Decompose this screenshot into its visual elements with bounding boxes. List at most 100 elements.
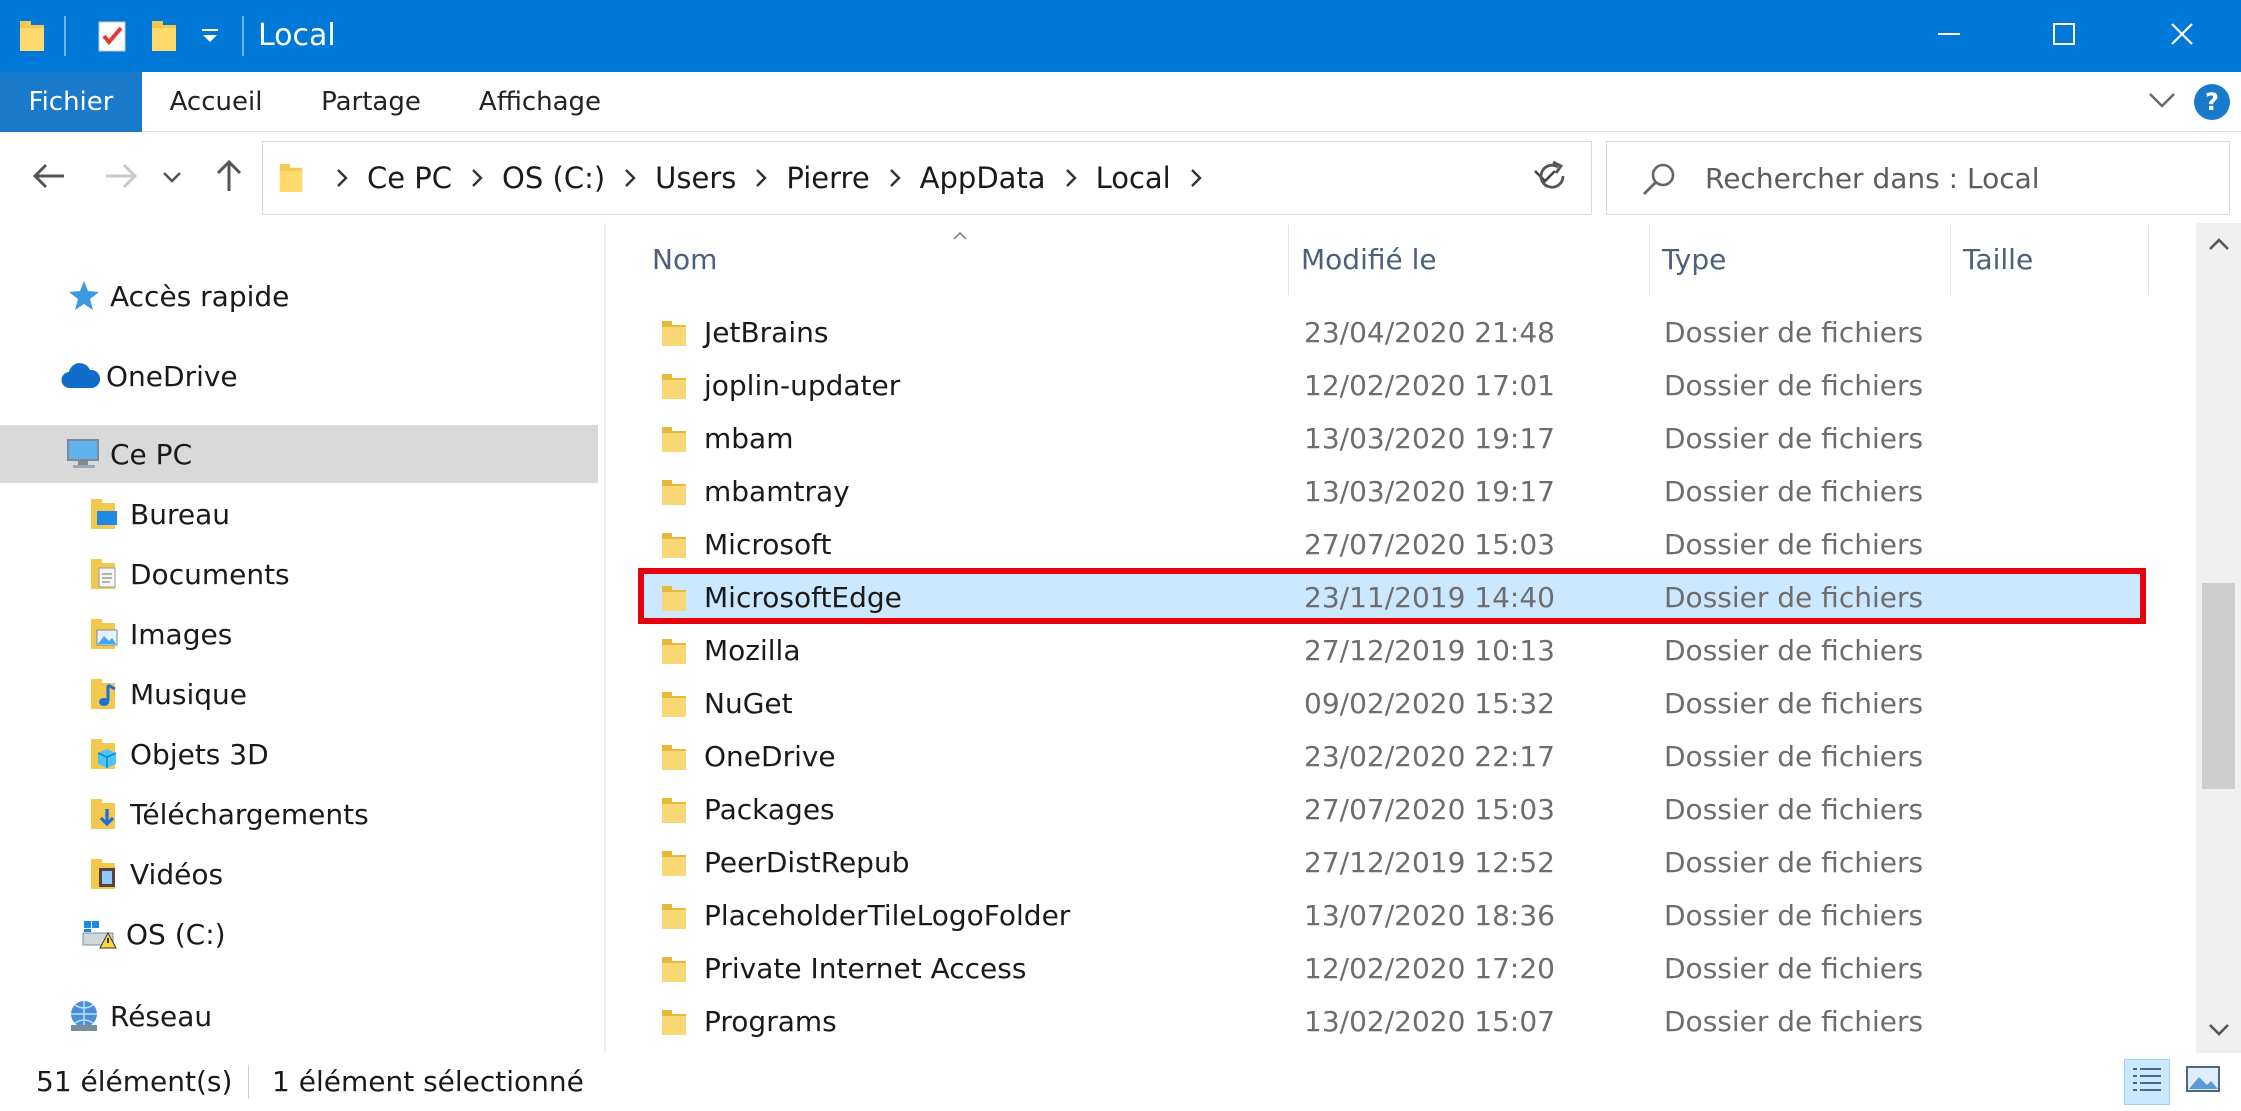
nav-item-onedrive[interactable]: OneDrive (0, 347, 604, 405)
videos-folder-icon (84, 854, 124, 894)
properties-checklist-icon[interactable] (92, 16, 132, 56)
tab-fichier[interactable]: Fichier (0, 72, 142, 132)
minimize-button[interactable] (1890, 0, 2008, 72)
chevron-right-icon[interactable] (1175, 167, 1217, 189)
search-icon (1639, 160, 1679, 200)
breadcrumb-os-c[interactable]: OS (C:) (498, 161, 609, 195)
table-row[interactable]: mbamtray 13/03/2020 19:17 Dossier de fichi… (640, 465, 2142, 518)
nav-item-os-c[interactable]: OS (C:) (0, 905, 604, 963)
column-header-size[interactable]: Taille (1951, 223, 2151, 297)
chevron-right-icon[interactable] (874, 167, 916, 189)
nav-item-acces-rapide[interactable]: Accès rapide (0, 267, 604, 325)
tab-affichage[interactable]: Affichage (468, 72, 612, 132)
search-box (1606, 141, 2230, 215)
table-row[interactable]: OneDrive 23/02/2020 22:17 Dossier de fichi… (640, 730, 2142, 783)
folder-icon (660, 795, 690, 825)
chevron-down-icon (2208, 1022, 2230, 1041)
forward-button[interactable] (96, 153, 146, 203)
nav-item-reseau[interactable]: Réseau (0, 987, 604, 1045)
large-icons-view-icon (2185, 1064, 2221, 1101)
folder-icon (660, 901, 690, 931)
table-row[interactable]: joplin-updater 12/02/2020 17:01 Dossier de… (640, 359, 2142, 412)
maximize-icon (2053, 23, 2075, 49)
table-row[interactable]: PeerDistRepub 27/12/2019 12:52 Dossier de … (640, 836, 2142, 889)
table-row[interactable]: Microsoft 27/07/2020 15:03 Dossier de fich… (640, 518, 2142, 571)
address-bar[interactable]: Ce PC OS (C:) Users Pierre AppData Local (262, 141, 1592, 215)
table-row[interactable]: MicrosoftEdge 23/11/2019 14:40 Dossier de … (640, 571, 2142, 624)
column-header-modified[interactable]: Modifié le (1289, 223, 1649, 297)
item-count: 51 élément(s) (36, 1065, 233, 1098)
chevron-right-icon[interactable] (740, 167, 782, 189)
tab-accueil[interactable]: Accueil (150, 72, 282, 132)
expand-ribbon-button[interactable] (2140, 80, 2184, 124)
chevron-right-icon[interactable] (321, 167, 363, 189)
nav-item-ce-pc[interactable]: Ce PC (0, 425, 598, 483)
table-row[interactable]: mbam 13/03/2020 19:17 Dossier de fichiers (640, 412, 2142, 465)
chevron-right-icon[interactable] (609, 167, 651, 189)
large-icons-view-button[interactable] (2180, 1059, 2226, 1105)
table-row[interactable]: PlaceholderTileLogoFolder 13/07/2020 18:3… (640, 889, 2142, 942)
breadcrumb-ce-pc[interactable]: Ce PC (363, 161, 456, 195)
file-type: Dossier de fichiers (1664, 316, 1924, 349)
nav-item-label: Musique (130, 677, 248, 711)
file-name: MicrosoftEdge (704, 581, 902, 614)
back-button[interactable] (24, 153, 74, 203)
vertical-scrollbar[interactable] (2196, 223, 2241, 1053)
status-divider (248, 1065, 249, 1099)
refresh-button[interactable] (1512, 141, 1592, 215)
details-view-button[interactable] (2124, 1059, 2170, 1105)
folder-icon (660, 689, 690, 719)
nav-item-documents[interactable]: Documents (0, 545, 604, 603)
file-type: Dossier de fichiers (1664, 634, 1924, 667)
help-button[interactable]: ? (2194, 84, 2230, 120)
nav-item-telechargements[interactable]: Téléchargements (0, 785, 604, 843)
scroll-down-button[interactable] (2196, 1009, 2241, 1053)
folder-icon[interactable] (12, 16, 52, 56)
table-row[interactable]: Programs 13/02/2020 15:07 Dossier de fichi… (640, 995, 2142, 1048)
column-divider[interactable] (2148, 225, 2149, 295)
search-input[interactable] (1705, 152, 2215, 204)
downloads-folder-icon (84, 794, 124, 834)
nav-item-musique[interactable]: Musique (0, 665, 604, 723)
chevron-right-icon[interactable] (456, 167, 498, 189)
breadcrumb-local[interactable]: Local (1092, 161, 1175, 195)
tab-partage[interactable]: Partage (300, 72, 442, 132)
recent-locations-button[interactable] (154, 153, 190, 203)
table-row[interactable]: NuGet 09/02/2020 15:32 Dossier de fichiers (640, 677, 2142, 730)
scroll-thumb[interactable] (2202, 583, 2235, 789)
breadcrumb-users[interactable]: Users (651, 161, 740, 195)
folder-icon (660, 530, 690, 560)
folder-icon (660, 318, 690, 348)
close-button[interactable] (2123, 0, 2241, 72)
column-header-type[interactable]: Type (1650, 223, 1950, 297)
column-header-name[interactable]: Nom (640, 223, 1288, 297)
breadcrumb-appdata[interactable]: AppData (916, 161, 1050, 195)
navigation-bar: Ce PC OS (C:) Users Pierre AppData Local (0, 133, 2241, 223)
nav-item-videos[interactable]: Vidéos (0, 845, 604, 903)
arrow-right-icon (104, 162, 138, 194)
table-row[interactable]: Packages 27/07/2020 15:03 Dossier de fichi… (640, 783, 2142, 836)
arrow-up-icon (215, 159, 243, 197)
nav-item-images[interactable]: Images (0, 605, 604, 663)
breadcrumb-pierre[interactable]: Pierre (782, 161, 873, 195)
nav-item-objets-3d[interactable]: Objets 3D (0, 725, 604, 783)
scroll-up-button[interactable] (2196, 223, 2241, 267)
file-type: Dossier de fichiers (1664, 475, 1924, 508)
nav-item-label: Téléchargements (130, 797, 369, 831)
nav-item-bureau[interactable]: Bureau (0, 485, 604, 543)
new-folder-icon[interactable] (144, 16, 184, 56)
file-name: OneDrive (704, 740, 836, 773)
up-button[interactable] (204, 153, 254, 203)
table-row[interactable]: Mozilla 27/12/2019 10:13 Dossier de fichie… (640, 624, 2142, 677)
table-row[interactable]: Private Internet Access 12/02/2020 17:20 D… (640, 942, 2142, 995)
chevron-right-icon[interactable] (1050, 167, 1092, 189)
folder-icon (660, 477, 690, 507)
folder-icon (660, 583, 690, 613)
documents-folder-icon (84, 554, 124, 594)
customize-dropdown-icon[interactable] (190, 16, 230, 56)
file-type: Dossier de fichiers (1664, 952, 1924, 985)
pane-divider[interactable] (604, 223, 606, 1053)
table-row[interactable]: JetBrains 23/04/2020 21:48 Dossier de fich… (640, 306, 2142, 359)
maximize-button[interactable] (2005, 0, 2123, 72)
folder-icon (660, 636, 690, 666)
